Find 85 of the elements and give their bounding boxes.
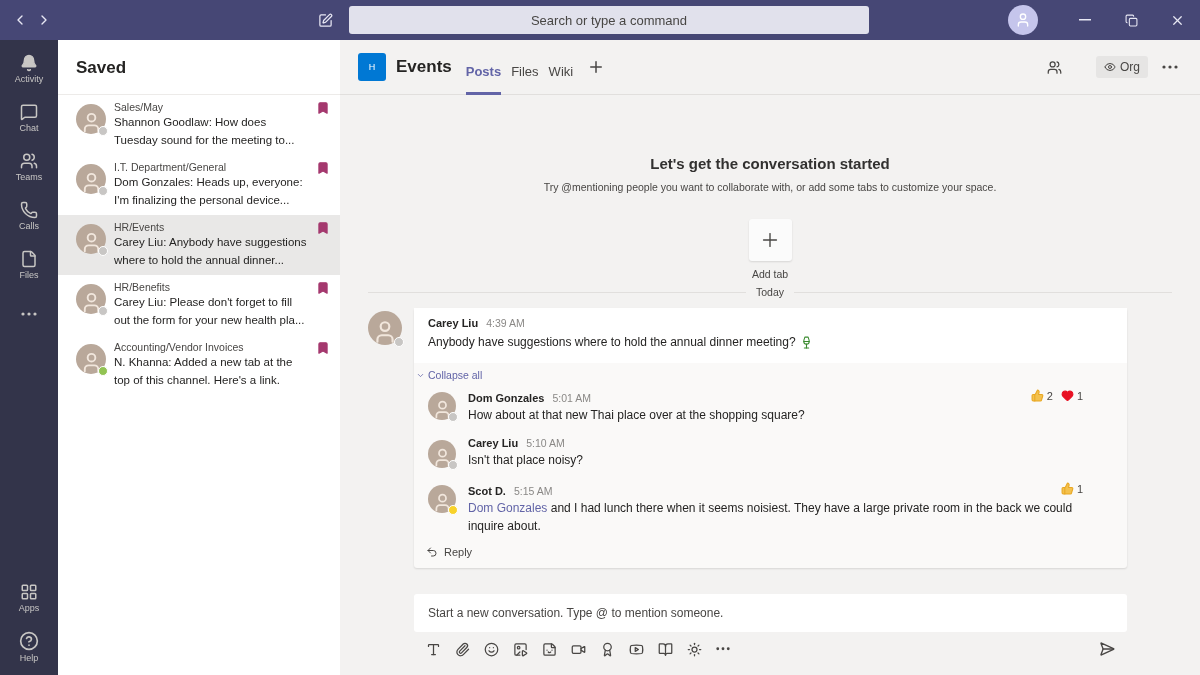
reply-arrow-icon	[426, 546, 438, 558]
channel-name: I.T. Department/General	[114, 161, 228, 173]
rail-button[interactable]: Help	[0, 622, 58, 671]
author-name: Carey Liu	[468, 437, 519, 449]
channel-name: Accounting/Vendor Invoices	[114, 341, 245, 353]
collapse-all-link[interactable]: Collapse all	[414, 363, 483, 381]
message-text: Dom Gonzales and I had lunch there when it seems noisiest. They have a large private room in the back we could inquire about.	[468, 500, 1074, 535]
team-badge: H	[358, 53, 386, 81]
file-icon	[20, 249, 38, 268]
reply-button[interactable]: Reply	[414, 540, 485, 568]
help-icon	[19, 630, 39, 651]
message-text: Anybody have suggestions where to hold the annual dinner meeting?	[428, 334, 796, 351]
book-icon[interactable]	[658, 641, 673, 657]
timestamp: 5:10 AM	[526, 437, 565, 449]
message-preview: Carey Liu: Anybody have suggestions where to hold the annual dinner...	[114, 235, 308, 268]
person-silhouette-icon	[1015, 12, 1031, 28]
add-tab-label: Add tab	[751, 268, 789, 280]
message-text: How about at that new Thai place over at the shopping square?	[468, 407, 806, 424]
apps-icon	[20, 582, 38, 601]
timestamp: 4:39 AM	[486, 317, 525, 329]
rail-button[interactable]: Chat	[0, 93, 58, 142]
video-play-icon[interactable]	[629, 641, 644, 657]
channel-name: HR/Benefits	[114, 281, 172, 293]
message-preview: N. Khanna: Added a new tab at the top of this channel. Here's a link.	[114, 355, 294, 388]
saved-item[interactable]: HR/Events Carey Liu: Anybody have suggestions where to hold the annual dinner...	[58, 215, 340, 275]
compose-field[interactable]: Start a new conversation. Type @ to mention someone.	[414, 594, 1127, 632]
message-preview: Dom Gonzales: Heads up, everyone: I'm finalizing the personal device...	[114, 175, 304, 208]
empty-state-title: Let's get the conversation started	[650, 155, 890, 172]
bookmark-icon	[316, 281, 330, 295]
compose-icon	[318, 12, 333, 28]
chat-icon	[20, 102, 38, 121]
message-preview: Carey Liu: Please don't forget to fill out the form for your new health pla...	[114, 295, 306, 328]
sun-icon[interactable]	[687, 641, 702, 657]
tab[interactable]: Posts	[465, 39, 502, 95]
channel-title: Events	[396, 57, 452, 77]
channel-name: Sales/May	[114, 101, 165, 113]
message-preview: Shannon Goodlaw: How does Tuesday sound for the meeting to...	[114, 115, 296, 148]
rail-button[interactable]: Calls	[0, 191, 58, 240]
message-text: Isn't that place noisy?	[468, 452, 585, 469]
org-button[interactable]: Org	[1096, 56, 1148, 78]
thumbs-up-icon	[1030, 389, 1044, 402]
reaction-count: 1	[1076, 389, 1083, 402]
bell-icon	[20, 53, 38, 72]
timestamp: 5:15 AM	[513, 485, 553, 497]
bookmark-icon	[316, 161, 330, 175]
rail-button[interactable]: Apps	[0, 573, 58, 622]
add-tab-tile[interactable]	[748, 219, 792, 261]
format-icon[interactable]	[426, 641, 441, 657]
award-icon[interactable]	[600, 641, 615, 657]
sticker-icon[interactable]	[542, 641, 557, 657]
timestamp: 5:01 AM	[552, 392, 591, 404]
tab[interactable]: Files	[511, 39, 539, 95]
reaction-count: 2	[1046, 389, 1053, 402]
send-icon[interactable]	[1099, 641, 1115, 657]
emoji-icon[interactable]	[484, 641, 499, 657]
rail-button[interactable]: Activity	[0, 44, 58, 93]
more-icon[interactable]	[716, 647, 730, 651]
empty-state-subtitle: Try @mentioning people you want to collaborate with, or add some tabs to customize your space.	[543, 181, 997, 193]
gif-icon[interactable]	[513, 641, 528, 657]
people-icon	[1047, 59, 1062, 75]
bookmark-icon	[316, 341, 330, 355]
profile-avatar[interactable]	[1008, 5, 1038, 35]
teams-icon	[20, 151, 38, 170]
eye-icon	[1104, 61, 1116, 73]
mention-link[interactable]: Dom Gonzales	[468, 501, 548, 515]
tab[interactable]: Wiki	[548, 39, 574, 95]
search-field[interactable]: Search or type a command	[349, 6, 869, 34]
thumbs-up-icon	[1060, 482, 1074, 495]
author-name: Scot D.	[468, 485, 506, 497]
restore-icon	[1124, 13, 1138, 27]
bookmark-icon	[316, 101, 330, 115]
rail-button[interactable]: Teams	[0, 142, 58, 191]
author-name: Dom Gonzales	[468, 392, 545, 404]
channel-name: HR/Events	[114, 221, 166, 233]
bookmark-icon	[316, 221, 330, 235]
reaction-count: 1	[1076, 482, 1083, 495]
minimize-icon	[1079, 19, 1091, 21]
rail-button[interactable]: Files	[0, 240, 58, 289]
more-icon[interactable]	[1162, 65, 1178, 69]
phone-icon	[20, 200, 38, 219]
date-divider: Today	[756, 286, 784, 298]
more-icon[interactable]	[21, 311, 37, 316]
paperclip-icon[interactable]	[455, 641, 470, 657]
heart-icon	[1060, 389, 1074, 402]
author-name: Carey Liu	[428, 317, 479, 329]
